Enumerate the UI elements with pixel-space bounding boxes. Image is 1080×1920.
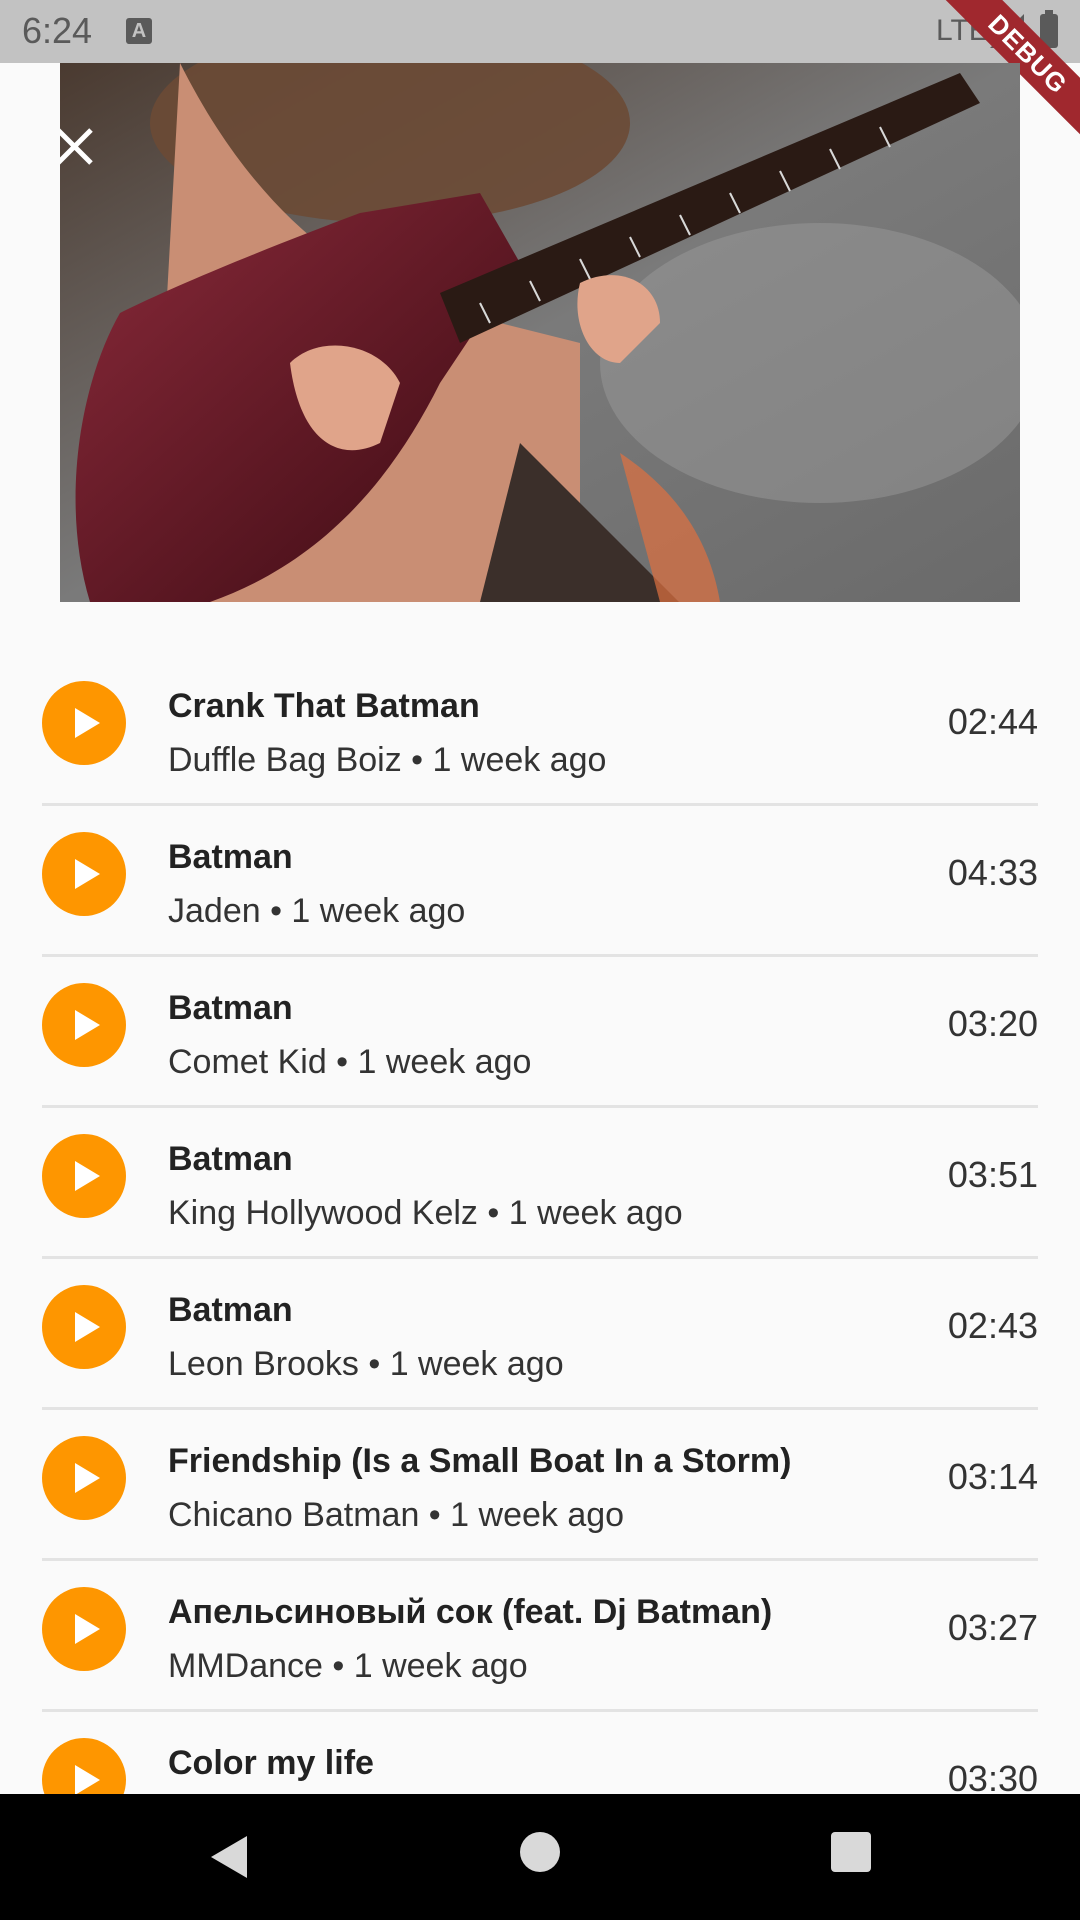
recents-icon[interactable] <box>831 1832 871 1872</box>
track-subtitle: King Hollywood Kelz • 1 week ago <box>168 1194 683 1232</box>
play-button[interactable] <box>42 681 126 765</box>
play-icon <box>75 708 100 738</box>
track-title: Batman <box>168 838 293 876</box>
track-row[interactable]: Batman Jaden • 1 week ago 04:33 <box>42 806 1038 957</box>
track-duration: 03:20 <box>947 1003 1038 1044</box>
track-row[interactable]: Апельсиновый сок (feat. Dj Batman) MMDanc… <box>42 1561 1038 1712</box>
play-button[interactable] <box>42 832 126 916</box>
play-icon <box>75 859 100 889</box>
navigation-bar <box>0 1794 1080 1920</box>
track-subtitle: Duffle Bag Boiz • 1 week ago <box>168 741 607 779</box>
back-icon[interactable] <box>205 1832 255 1882</box>
play-icon <box>75 1312 100 1342</box>
track-row[interactable]: Batman Leon Brooks • 1 week ago 02:43 <box>42 1259 1038 1410</box>
track-duration: 02:43 <box>947 1305 1038 1346</box>
track-subtitle: MMDance • 1 week ago <box>168 1647 528 1685</box>
track-subtitle: Leon Brooks • 1 week ago <box>168 1345 564 1383</box>
play-button[interactable] <box>42 1587 126 1671</box>
notification-icon: A <box>126 18 152 44</box>
track-title: Апельсиновый сок (feat. Dj Batman) <box>168 1593 773 1631</box>
track-row[interactable]: Crank That Batman Duffle Bag Boiz • 1 wee… <box>42 655 1038 806</box>
track-subtitle: Comet Kid • 1 week ago <box>168 1043 532 1081</box>
video-player[interactable] <box>60 63 1020 602</box>
play-button[interactable] <box>42 1134 126 1218</box>
guitar-video-image <box>60 63 1020 602</box>
track-row[interactable]: Friendship (Is a Small Boat In a Storm) C… <box>42 1410 1038 1561</box>
play-icon <box>75 1765 100 1794</box>
play-button[interactable] <box>42 1738 126 1794</box>
track-duration: 03:51 <box>947 1154 1038 1195</box>
play-icon <box>75 1010 100 1040</box>
close-icon[interactable] <box>60 93 150 183</box>
track-title: Batman <box>168 1291 293 1329</box>
status-time: 6:24 <box>22 10 93 51</box>
track-subtitle: Chicano Batman • 1 week ago <box>168 1496 625 1534</box>
track-title: Batman <box>168 1140 293 1178</box>
track-duration: 04:33 <box>947 852 1038 893</box>
play-button[interactable] <box>42 1436 126 1520</box>
status-bar: 6:24 A LTE <box>0 0 1080 63</box>
track-title: Friendship (Is a Small Boat In a Storm) <box>168 1442 792 1480</box>
track-list[interactable]: Crank That Batman Duffle Bag Boiz • 1 wee… <box>0 655 1080 1794</box>
track-title: Crank That Batman <box>168 687 480 725</box>
track-row[interactable]: Batman Comet Kid • 1 week ago 03:20 <box>42 957 1038 1108</box>
play-button[interactable] <box>42 983 126 1067</box>
home-icon[interactable] <box>520 1832 560 1872</box>
play-icon <box>75 1614 100 1644</box>
track-duration: 02:44 <box>947 701 1038 742</box>
play-button[interactable] <box>42 1285 126 1369</box>
track-title: Batman <box>168 989 293 1027</box>
track-row[interactable]: Batman King Hollywood Kelz • 1 week ago 03… <box>42 1108 1038 1259</box>
play-icon <box>75 1463 100 1493</box>
track-subtitle: Jaden • 1 week ago <box>168 892 466 930</box>
track-duration: 03:30 <box>947 1758 1038 1794</box>
track-duration: 03:14 <box>947 1456 1038 1497</box>
track-row[interactable]: Color my life 03:30 <box>42 1712 1038 1794</box>
track-duration: 03:27 <box>947 1607 1038 1648</box>
track-title: Color my life <box>168 1744 374 1782</box>
play-icon <box>75 1161 100 1191</box>
